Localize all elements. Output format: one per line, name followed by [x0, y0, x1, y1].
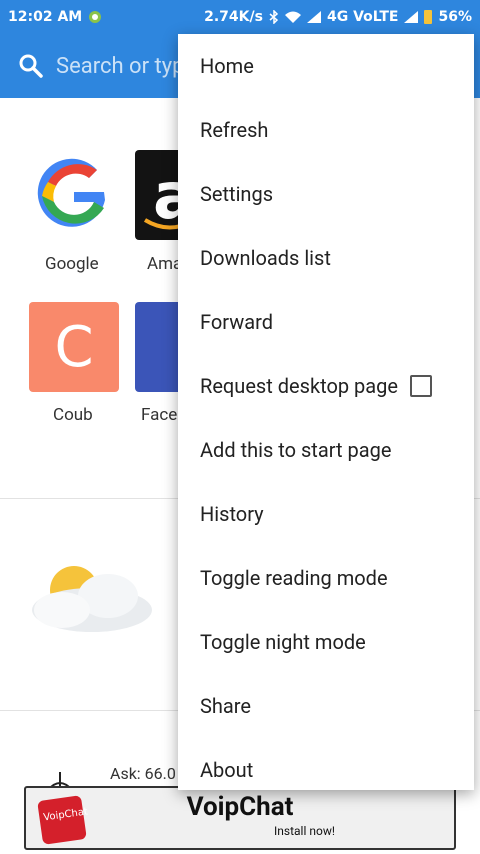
menu-label: Toggle reading mode: [200, 566, 388, 590]
bluetooth-icon: [269, 10, 279, 24]
menu-item-request-desktop-page[interactable]: Request desktop page: [178, 354, 474, 418]
speed-dial-coub[interactable]: C: [29, 302, 119, 392]
signal-icon-2: [404, 11, 419, 23]
speed-dial-label-amazon: Ama: [147, 254, 183, 274]
menu-item-settings[interactable]: Settings: [178, 162, 474, 226]
status-bar: 12:02 AM 2.74K/s 4G VoLTE 56%: [0, 0, 480, 34]
menu-label: Settings: [200, 182, 274, 206]
coub-letter: C: [54, 314, 94, 380]
weather-partly-cloudy-icon: [32, 566, 152, 632]
menu-item-toggle-night-mode[interactable]: Toggle night mode: [178, 610, 474, 674]
wifi-icon: [284, 11, 301, 23]
status-network: 4G VoLTE: [326, 9, 399, 25]
menu-item-downloads-list[interactable]: Downloads list: [178, 226, 474, 290]
menu-label: Downloads list: [200, 246, 331, 270]
speed-dial-label-google: Google: [45, 254, 99, 274]
menu-item-forward[interactable]: Forward: [178, 290, 474, 354]
desktop-page-checkbox[interactable]: [410, 375, 432, 397]
google-logo-icon[interactable]: [34, 156, 114, 236]
speed-dial-label-coub: Coub: [53, 405, 93, 425]
ad-install-link[interactable]: Install now!: [274, 824, 335, 838]
menu-label: Home: [200, 54, 254, 78]
menu-item-about[interactable]: About: [178, 738, 474, 802]
menu-label: History: [200, 502, 264, 526]
menu-item-add-to-start-page[interactable]: Add this to start page: [178, 418, 474, 482]
menu-item-share[interactable]: Share: [178, 674, 474, 738]
status-time: 12:02 AM: [8, 9, 83, 25]
status-battery: 56%: [438, 9, 472, 25]
menu-label: Forward: [200, 310, 273, 334]
battery-icon: [424, 10, 433, 24]
menu-label: About: [200, 758, 254, 782]
menu-label: Toggle night mode: [200, 630, 366, 654]
menu-label: Refresh: [200, 118, 269, 142]
ask-price-text: Ask: 66.0: [110, 764, 176, 783]
signal-icon: [306, 11, 321, 23]
menu-item-home[interactable]: Home: [178, 34, 474, 98]
menu-item-refresh[interactable]: Refresh: [178, 98, 474, 162]
menu-item-history[interactable]: History: [178, 482, 474, 546]
search-icon[interactable]: [18, 53, 44, 79]
status-speed: 2.74K/s: [204, 9, 263, 25]
menu-label: Share: [200, 694, 251, 718]
menu-item-toggle-reading-mode[interactable]: Toggle reading mode: [178, 546, 474, 610]
menu-label: Request desktop page: [200, 374, 398, 398]
speed-dial-label-facebook: Face: [141, 405, 178, 425]
overflow-menu: Home Refresh Settings Downloads list For…: [178, 34, 474, 790]
notification-icon: [88, 10, 102, 24]
menu-label: Add this to start page: [200, 438, 392, 462]
